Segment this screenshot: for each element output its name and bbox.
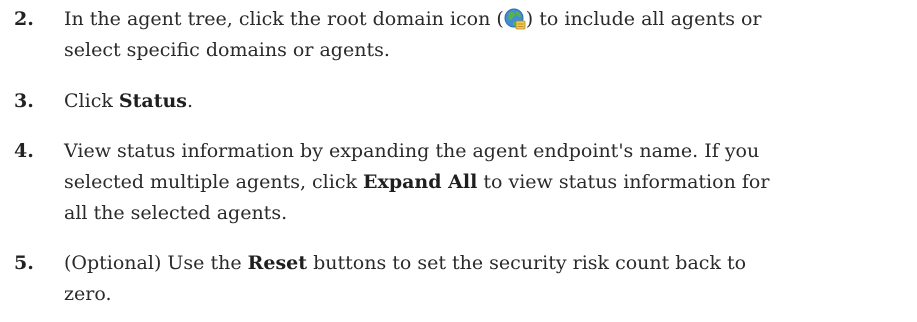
step-text-segment: Click bbox=[64, 90, 119, 112]
step-number: 5. bbox=[14, 252, 34, 274]
step-number: 4. bbox=[14, 140, 34, 162]
ui-term-reset: Reset bbox=[247, 252, 308, 274]
step-text: (Optional) Use the Reset buttons to set … bbox=[64, 248, 912, 310]
step-number: 2. bbox=[14, 8, 34, 30]
step-text: View status information by expanding the… bbox=[64, 136, 912, 229]
step-line: select specific domains or agents. bbox=[64, 39, 390, 61]
step-text-segment: to view status information for bbox=[477, 171, 770, 193]
instruction-steps: 2. In the agent tree, click the root dom… bbox=[0, 0, 917, 322]
step-line: zero. bbox=[64, 283, 112, 305]
step-line: In the agent tree, click the root domain… bbox=[64, 4, 912, 35]
ui-term-status: Status bbox=[118, 90, 187, 112]
step-number: 3. bbox=[14, 90, 34, 112]
step-line: selected multiple agents, click Expand A… bbox=[64, 167, 912, 198]
step-text-segment: In the agent tree, click the root domain… bbox=[64, 8, 504, 30]
step-text-segment: buttons to set the security risk count b… bbox=[307, 252, 747, 274]
root-domain-globe-icon bbox=[504, 8, 526, 30]
step-line: all the selected agents. bbox=[64, 202, 288, 224]
step-text-segment: . bbox=[187, 90, 194, 112]
step-text-segment: ) to include all agents or bbox=[525, 8, 762, 30]
ui-term-expand-all: Expand All bbox=[363, 171, 478, 193]
step-text-segment: selected multiple agents, click bbox=[64, 171, 364, 193]
step-line: (Optional) Use the Reset buttons to set … bbox=[64, 248, 912, 279]
step-text: In the agent tree, click the root domain… bbox=[64, 4, 912, 66]
step-line: View status information by expanding the… bbox=[64, 140, 760, 162]
step-text: Click Status. bbox=[64, 86, 912, 117]
step-text-segment: (Optional) Use the bbox=[64, 252, 248, 274]
